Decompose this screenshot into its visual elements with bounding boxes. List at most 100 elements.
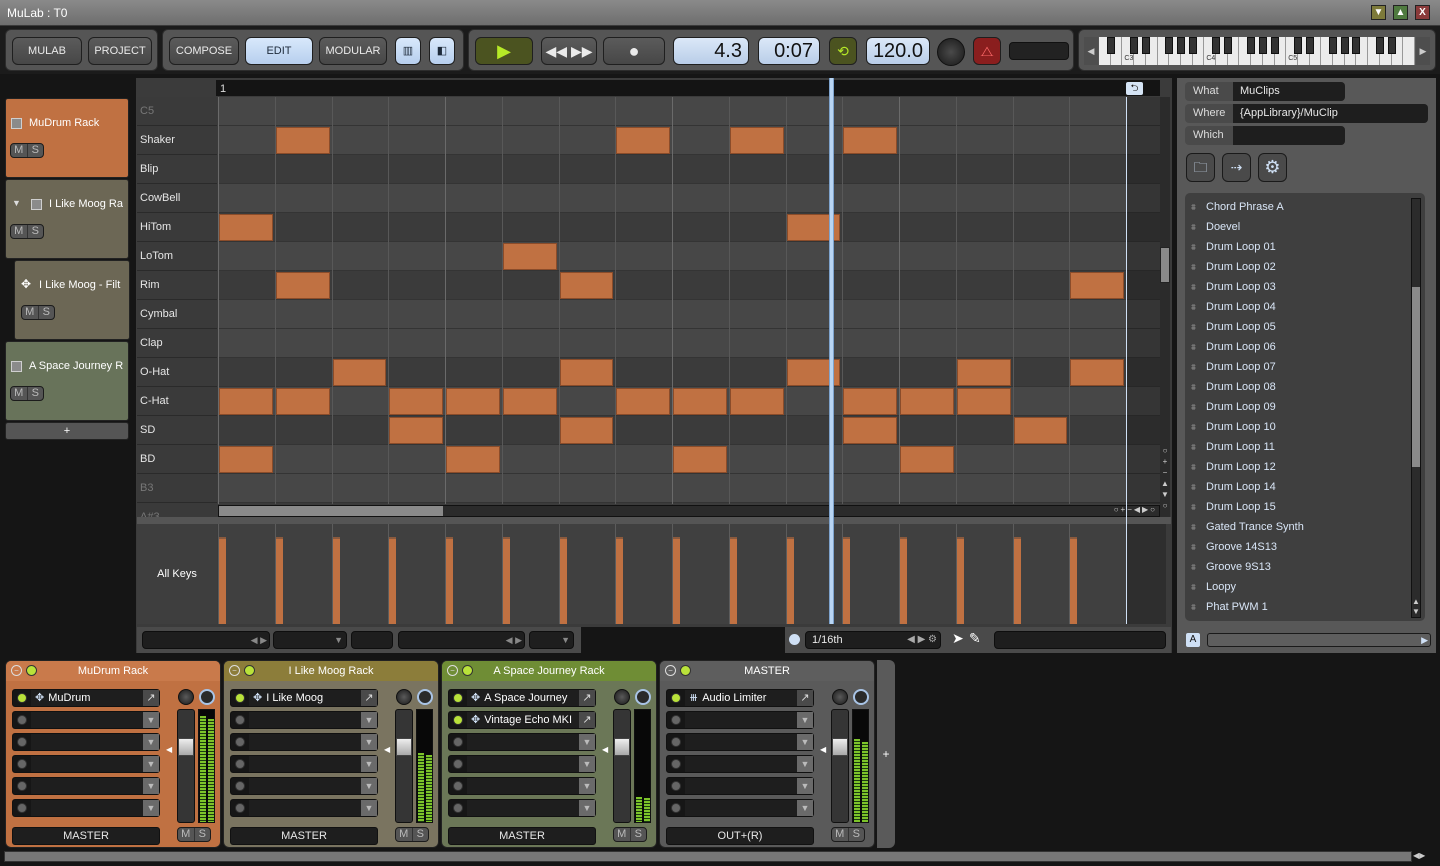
note[interactable]: [843, 127, 897, 154]
insert-slot[interactable]: ▼: [12, 733, 160, 751]
note[interactable]: [1070, 272, 1124, 299]
loop-button[interactable]: ⟲: [829, 37, 857, 65]
chevron-down-icon[interactable]: ▼: [579, 778, 595, 794]
output-select[interactable]: OUT+(R): [666, 827, 814, 845]
note-grid[interactable]: [218, 97, 1160, 504]
slot-power[interactable]: [667, 734, 685, 750]
insert-slot[interactable]: ▼: [230, 777, 378, 795]
note[interactable]: [1013, 417, 1068, 444]
solo-button[interactable]: S: [39, 306, 55, 319]
slot-power[interactable]: [667, 800, 685, 816]
note[interactable]: [673, 446, 727, 473]
black-key[interactable]: [1223, 37, 1232, 54]
power-icon[interactable]: [671, 759, 681, 769]
volume-fader[interactable]: [177, 709, 195, 823]
insert-slot[interactable]: ▼: [12, 799, 160, 817]
output-select[interactable]: MASTER: [448, 827, 596, 845]
list-scroll-thumb[interactable]: [1412, 287, 1420, 467]
slot-power[interactable]: [13, 778, 31, 794]
note[interactable]: [389, 417, 443, 444]
open-editor-icon[interactable]: ↗: [143, 690, 159, 706]
clip-list-item[interactable]: ⩩ Drum Loop 07: [1191, 357, 1276, 377]
power-icon[interactable]: [17, 737, 27, 747]
insert-slot[interactable]: ▼: [666, 777, 814, 795]
mixer-scrollbar[interactable]: [4, 851, 1412, 862]
solo-button[interactable]: S: [28, 387, 44, 400]
expand-arrow-icon[interactable]: ▼: [12, 198, 21, 208]
volume-fader[interactable]: [613, 709, 631, 823]
footer-dropdown-2[interactable]: ▼: [529, 631, 574, 649]
note[interactable]: [900, 446, 954, 473]
which-field[interactable]: [1233, 126, 1345, 145]
slot-power[interactable]: [449, 690, 467, 706]
mixer-view-button[interactable]: ▥: [395, 37, 421, 65]
mute-button[interactable]: M: [832, 828, 849, 841]
mute-button[interactable]: M: [11, 225, 28, 238]
output-select[interactable]: MASTER: [12, 827, 160, 845]
insert-slot[interactable]: ▼: [12, 777, 160, 795]
note[interactable]: [843, 417, 897, 444]
clip-list-item[interactable]: ⩩ Drum Loop 04: [1191, 297, 1276, 317]
snap-toggle[interactable]: [789, 634, 800, 645]
velocity-bar[interactable]: [332, 537, 340, 624]
velocity-lane-label[interactable]: All Keys: [137, 524, 217, 624]
black-key[interactable]: [1293, 37, 1302, 54]
clip-list-item[interactable]: ⩩ Gated Trance Synth: [1191, 517, 1304, 537]
chevron-down-icon[interactable]: ▼: [143, 800, 159, 816]
slot-power[interactable]: [231, 778, 249, 794]
settings-button[interactable]: ⚙: [1258, 153, 1287, 182]
clip-list-item[interactable]: ⩩ Drum Loop 02: [1191, 257, 1276, 277]
collapse-icon[interactable]: −: [11, 665, 22, 676]
chevron-down-icon[interactable]: ▼: [361, 712, 377, 728]
drum-key[interactable]: Rim: [137, 271, 217, 300]
insert-slot[interactable]: ▼: [448, 733, 596, 751]
open-editor-icon[interactable]: ↗: [579, 690, 595, 706]
slot-power[interactable]: [667, 712, 685, 728]
plugin-name[interactable]: ✥ I Like Moog: [253, 690, 323, 706]
chevron-down-icon[interactable]: ▼: [361, 734, 377, 750]
note[interactable]: [275, 388, 330, 415]
mute-button[interactable]: M: [614, 828, 631, 841]
chevron-down-icon[interactable]: ▼: [797, 734, 813, 750]
modular-button[interactable]: MODULAR: [319, 37, 387, 65]
track-header[interactable]: ▼ I Like Moog Ra M S: [5, 179, 129, 259]
note[interactable]: [502, 388, 557, 415]
power-icon[interactable]: [462, 665, 473, 676]
black-key[interactable]: [1165, 37, 1174, 54]
power-icon[interactable]: [26, 665, 37, 676]
add-strip-button[interactable]: +: [877, 660, 895, 848]
note[interactable]: [956, 388, 1011, 415]
close-button[interactable]: X: [1415, 5, 1430, 20]
slot-power[interactable]: [13, 734, 31, 750]
drum-key[interactable]: LoTom: [137, 242, 217, 271]
velocity-bar[interactable]: [1013, 537, 1021, 624]
slot-power[interactable]: [667, 778, 685, 794]
black-key[interactable]: [1106, 37, 1115, 54]
add-track-button[interactable]: +: [5, 422, 129, 440]
clip-list-item[interactable]: ⩩ Drum Loop 06: [1191, 337, 1276, 357]
slot-power[interactable]: [13, 756, 31, 772]
chevron-down-icon[interactable]: ▼: [143, 734, 159, 750]
power-icon[interactable]: [235, 759, 245, 769]
solo-button[interactable]: S: [28, 225, 44, 238]
metronome-button[interactable]: ⧍: [973, 37, 1001, 65]
note[interactable]: [673, 388, 727, 415]
power-icon[interactable]: [235, 803, 245, 813]
collapse-icon[interactable]: −: [447, 665, 458, 676]
insert-slot[interactable]: ▼: [230, 711, 378, 729]
insert-slot[interactable]: ▼: [12, 755, 160, 773]
note[interactable]: [275, 127, 330, 154]
volume-knob[interactable]: [853, 689, 869, 705]
quantize-select[interactable]: 1/16th ◀ ▶ ⚙: [805, 631, 941, 649]
open-editor-icon[interactable]: ↗: [361, 690, 377, 706]
insert-slot[interactable]: ✥ MuDrum ↗: [12, 689, 160, 707]
mixer-scroll-arrows[interactable]: ◀▶: [1413, 851, 1435, 862]
drum-key[interactable]: SD: [137, 416, 217, 445]
keyboard-scroll-right[interactable]: ▶: [1416, 37, 1430, 65]
black-key[interactable]: [1212, 37, 1221, 54]
chevron-down-icon[interactable]: ▼: [143, 756, 159, 772]
note[interactable]: [275, 272, 330, 299]
footer-field-2[interactable]: [351, 631, 393, 649]
footer-field-1[interactable]: ◀ ▶: [142, 631, 270, 649]
rewind-forward-button[interactable]: ◀◀ ▶▶: [541, 37, 597, 65]
